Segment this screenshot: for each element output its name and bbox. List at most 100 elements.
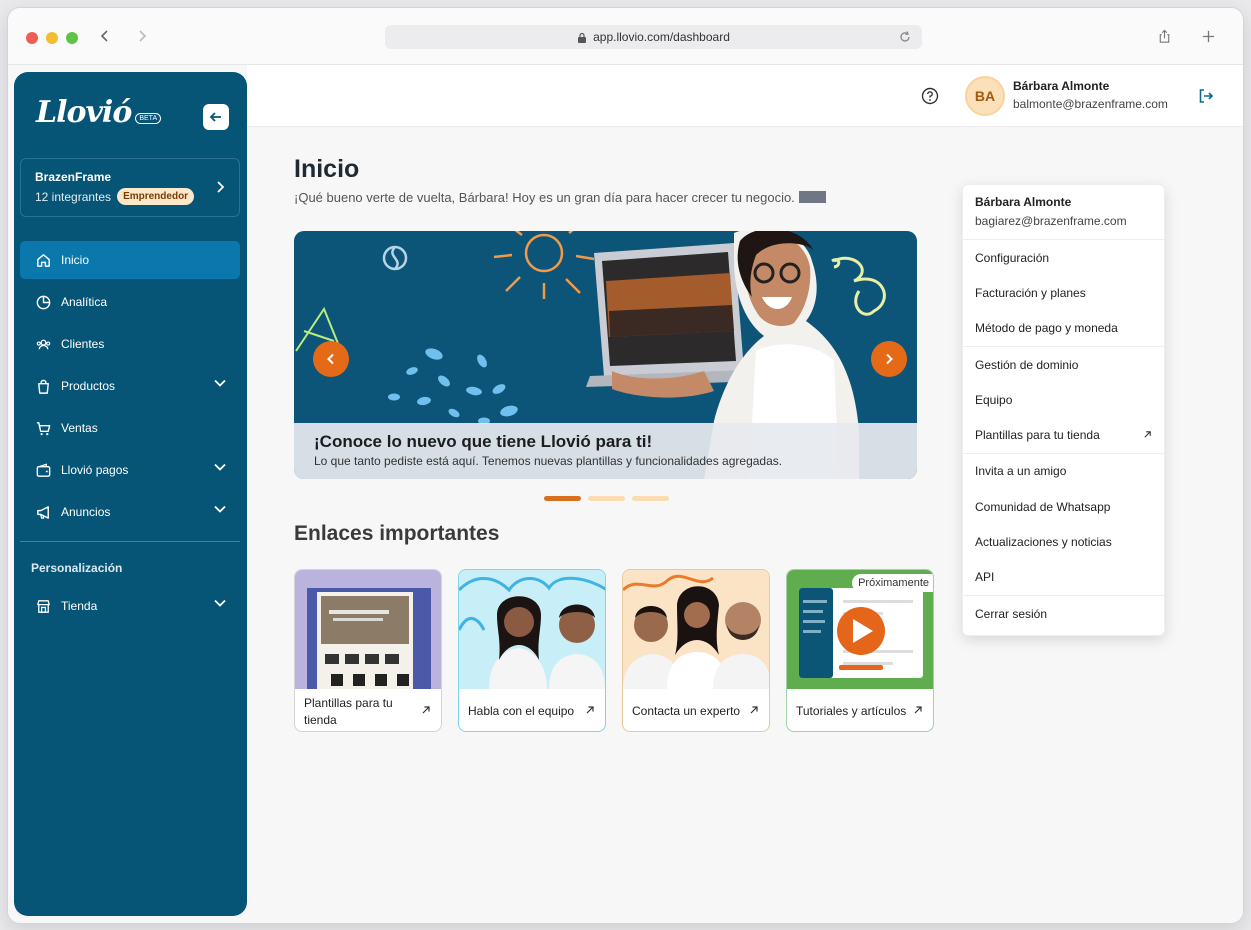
card-image xyxy=(295,570,441,689)
share-button[interactable] xyxy=(1154,26,1174,46)
external-link-icon xyxy=(586,706,594,714)
sidebar-nav-personalization: Tienda xyxy=(20,587,240,629)
sidebar-item-ventas[interactable]: Ventas xyxy=(20,409,240,447)
link-card-expert[interactable]: Contacta un experto xyxy=(622,569,770,732)
card-image xyxy=(459,570,605,689)
welcome-text: ¡Qué bueno verte de vuelta, Bárbara! Hoy… xyxy=(294,190,795,205)
carousel-dot[interactable] xyxy=(544,496,581,501)
logo-text: Llovió xyxy=(36,95,132,130)
menu-item-facturacion[interactable]: Facturación y planes xyxy=(963,275,1164,310)
share-icon xyxy=(1159,29,1169,43)
card-label: Habla con el equipo xyxy=(468,704,575,718)
browser-toolbar: app.llovio.com/dashboard xyxy=(8,8,1243,65)
menu-group: Cerrar sesión xyxy=(963,596,1164,631)
card-label: Contacta un experto xyxy=(632,704,741,718)
carousel-dots xyxy=(544,496,669,501)
collapse-sidebar-button[interactable] xyxy=(203,104,229,130)
help-icon[interactable] xyxy=(921,87,939,105)
avatar[interactable]: BA xyxy=(965,76,1005,116)
organization-switcher[interactable]: BrazenFrame 12 integrantes Emprendedor xyxy=(20,158,240,217)
maximize-window-button[interactable] xyxy=(66,32,78,44)
carousel-dot[interactable] xyxy=(632,496,669,501)
sidebar-item-anuncios[interactable]: Anuncios xyxy=(20,493,240,531)
sidebar-item-tienda[interactable]: Tienda xyxy=(20,587,240,625)
banner-caption: ¡Conoce lo nuevo que tiene Llovió para t… xyxy=(294,423,917,479)
store-icon xyxy=(34,597,52,615)
back-button[interactable] xyxy=(94,25,116,47)
menu-item-whatsapp[interactable]: Comunidad de Whatsapp xyxy=(963,489,1164,524)
sidebar-item-label: Tienda xyxy=(61,599,98,613)
sidebar-item-analitica[interactable]: Analítica xyxy=(20,283,240,321)
address-bar[interactable]: app.llovio.com/dashboard xyxy=(385,25,922,49)
megaphone-icon xyxy=(34,503,52,521)
top-header: BA Bárbara Almonte balmonte@brazenframe.… xyxy=(247,65,1243,127)
external-link-icon xyxy=(422,706,430,714)
bag-icon xyxy=(34,377,52,395)
org-members: 12 integrantes xyxy=(35,189,112,204)
menu-item-invita[interactable]: Invita a un amigo xyxy=(963,454,1164,489)
menu-group: Configuración Facturación y planes Métod… xyxy=(963,240,1164,347)
close-window-button[interactable] xyxy=(26,32,38,44)
promo-banner[interactable]: ¡Conoce lo nuevo que tiene Llovió para t… xyxy=(294,231,917,479)
external-link-icon xyxy=(914,706,922,714)
external-link-icon xyxy=(1144,431,1151,439)
wallet-icon xyxy=(34,461,52,479)
welcome-message: ¡Qué bueno verte de vuelta, Bárbara! Hoy… xyxy=(294,190,826,205)
sidebar-item-inicio[interactable]: Inicio xyxy=(20,241,240,279)
link-card-templates[interactable]: Plantillas para tu tienda xyxy=(294,569,442,732)
menu-item-metodo-pago[interactable]: Método de pago y moneda xyxy=(963,311,1164,346)
redacted-block xyxy=(798,191,826,203)
chevron-right-icon xyxy=(886,353,893,365)
arrow-left-icon xyxy=(209,112,221,122)
external-link-icon xyxy=(750,706,758,714)
carousel-next-button[interactable] xyxy=(871,341,907,377)
minimize-window-button[interactable] xyxy=(46,32,58,44)
coming-soon-badge: Próximamente xyxy=(852,574,933,592)
link-card-tutorials[interactable]: Próximamente Tutoriales y artículos xyxy=(786,569,934,732)
menu-item-cerrar-sesion[interactable]: Cerrar sesión xyxy=(963,596,1164,631)
banner-subtitle: Lo que tanto pediste está aquí. Tenemos … xyxy=(314,454,783,468)
user-email[interactable]: balmonte@brazenframe.com xyxy=(1013,97,1168,111)
card-label: Tutoriales y artículos xyxy=(796,704,907,718)
section-title-links: Enlaces importantes xyxy=(294,522,500,545)
forward-button[interactable] xyxy=(131,25,153,47)
link-card-team[interactable]: Habla con el equipo xyxy=(458,569,606,732)
chevron-down-icon xyxy=(214,463,226,471)
sidebar-item-label: Anuncios xyxy=(61,505,111,519)
sidebar-item-label: Ventas xyxy=(61,421,98,435)
sidebar-item-clientes[interactable]: Clientes xyxy=(20,325,240,363)
chevron-down-icon xyxy=(214,599,226,607)
sidebar-item-label: Productos xyxy=(61,379,116,393)
menu-item-plantillas[interactable]: Plantillas para tu tienda xyxy=(963,417,1164,452)
chevron-down-icon xyxy=(214,379,226,387)
chevron-right-icon xyxy=(217,181,225,193)
carousel-prev-button[interactable] xyxy=(313,341,349,377)
menu-item-api[interactable]: API xyxy=(963,560,1164,595)
chevron-left-icon xyxy=(100,30,108,42)
logout-icon[interactable] xyxy=(1197,87,1215,105)
logo[interactable]: Llovió BETA xyxy=(36,95,162,130)
window-controls xyxy=(26,32,78,44)
pie-chart-icon xyxy=(34,293,52,311)
sidebar-item-llovio-pagos[interactable]: Llovió pagos xyxy=(20,451,240,489)
dropdown-user-name: Bárbara Almonte xyxy=(975,195,1072,209)
menu-item-equipo[interactable]: Equipo xyxy=(963,382,1164,417)
new-tab-button[interactable] xyxy=(1198,26,1218,46)
menu-item-dominio[interactable]: Gestión de dominio xyxy=(963,347,1164,382)
beta-badge: BETA xyxy=(135,113,162,124)
chevron-right-icon xyxy=(139,30,147,42)
sidebar: Llovió BETA BrazenFrame 12 integrantes E… xyxy=(14,72,247,916)
url-text: app.llovio.com/dashboard xyxy=(593,30,730,44)
carousel-dot[interactable] xyxy=(588,496,625,501)
sidebar-divider xyxy=(20,541,240,542)
sidebar-nav: Inicio Analítica Clientes Productos Vent… xyxy=(20,241,240,535)
sidebar-item-productos[interactable]: Productos xyxy=(20,367,240,405)
sidebar-item-label: Llovió pagos xyxy=(61,463,129,477)
dropdown-user-info: Bárbara Almonte bagiarez@brazenframe.com xyxy=(963,185,1164,240)
menu-item-configuracion[interactable]: Configuración xyxy=(963,240,1164,275)
app-area: Llovió BETA BrazenFrame 12 integrantes E… xyxy=(8,65,1243,923)
org-name: BrazenFrame xyxy=(35,170,112,184)
menu-item-noticias[interactable]: Actualizaciones y noticias xyxy=(963,524,1164,559)
user-name[interactable]: Bárbara Almonte xyxy=(1013,79,1109,93)
reload-icon[interactable] xyxy=(898,30,912,44)
